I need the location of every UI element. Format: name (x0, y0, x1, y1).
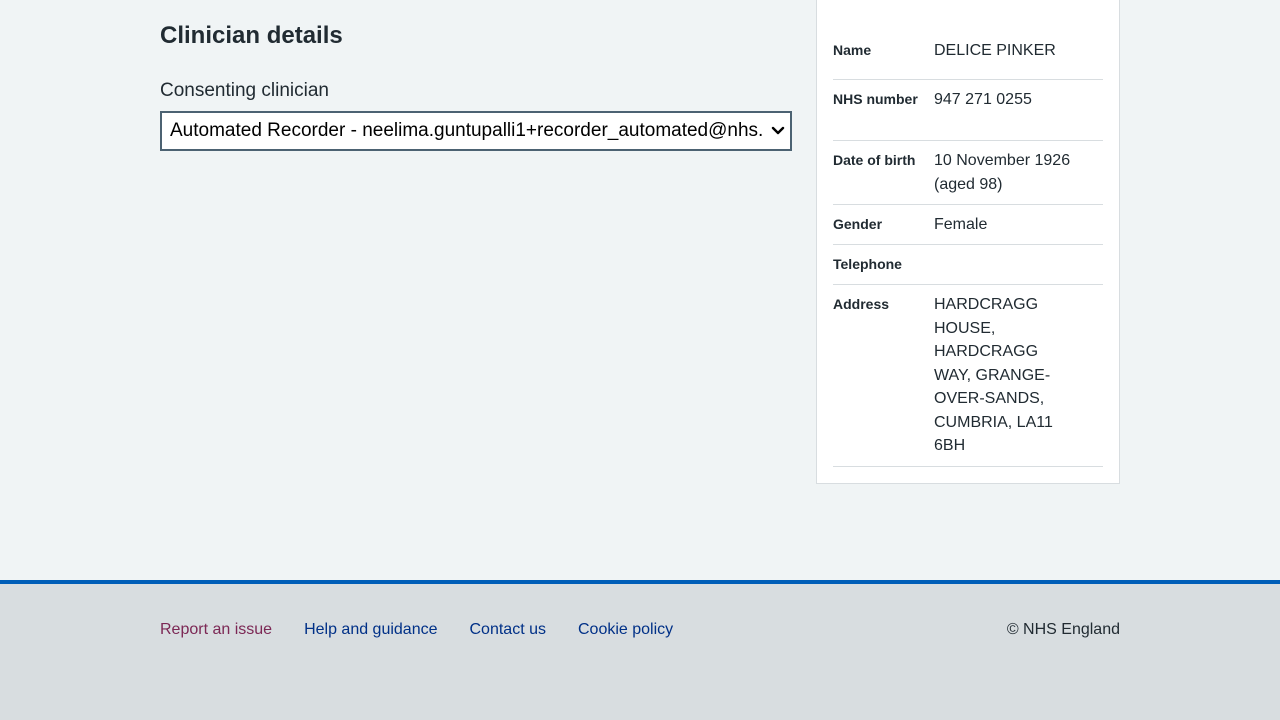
page: Clinician details Consenting clinician A… (0, 0, 1280, 720)
summary-key-nhs-number: NHS number (833, 91, 918, 107)
summary-value-nhs-number: 947 271 0255 (934, 91, 1032, 108)
consenting-clinician-label: Consenting clinician (160, 80, 329, 101)
consenting-clinician-select[interactable]: Automated Recorder - neelima.guntupalli1… (160, 111, 792, 151)
site-footer: Report an issue Help and guidance Contac… (0, 580, 1280, 720)
summary-key-address: Address (833, 296, 890, 312)
patient-details-card: Patient details Name DELICE PINKER NHS n… (816, 0, 1120, 484)
footer-copyright: © NHS England (1006, 621, 1120, 638)
summary-value-gender: Female (934, 216, 988, 233)
summary-key-name: Name (833, 42, 872, 58)
summary-row-name: Name DELICE PINKER (833, 39, 1103, 80)
summary-value-date-of-birth: 10 November 1926 (aged 98) (934, 152, 1071, 193)
summary-key-telephone: Telephone (833, 256, 902, 272)
summary-value-name: DELICE PINKER (934, 42, 1056, 59)
summary-row-telephone: Telephone (833, 245, 1103, 285)
summary-row-nhs-number: NHS number 947 271 0255 (833, 80, 1103, 141)
main-content: Clinician details Consenting clinician A… (160, 0, 1120, 580)
summary-value-address: HARDCRAGG HOUSE, HARDCRAGG WAY, GRANGE-O… (934, 296, 1053, 454)
summary-row-gender: Gender Female (833, 205, 1103, 245)
footer-link-help-guidance[interactable]: Help and guidance (304, 618, 437, 642)
footer-link-cookie-policy[interactable]: Cookie policy (578, 618, 673, 642)
chevron-down-icon (771, 126, 785, 135)
summary-key-gender: Gender (833, 216, 883, 232)
summary-row-date-of-birth: Date of birth 10 November 1926 (aged 98) (833, 141, 1103, 205)
footer-link-contact-us[interactable]: Contact us (470, 618, 546, 642)
patient-details-heading: Patient details (833, 0, 996, 9)
footer-link-report-issue[interactable]: Report an issue (160, 618, 272, 642)
summary-value-telephone (934, 245, 1084, 284)
footer-links: Report an issue Help and guidance Contac… (160, 618, 673, 642)
patient-summary-list: Name DELICE PINKER NHS number 947 271 02… (833, 39, 1103, 467)
summary-key-date-of-birth: Date of birth (833, 152, 916, 168)
summary-row-address: Address HARDCRAGG HOUSE, HARDCRAGG WAY, … (833, 285, 1103, 467)
clinician-details-heading: Clinician details (160, 22, 343, 49)
consenting-clinician-selected-value: Automated Recorder - neelima.guntupalli1… (170, 120, 764, 141)
